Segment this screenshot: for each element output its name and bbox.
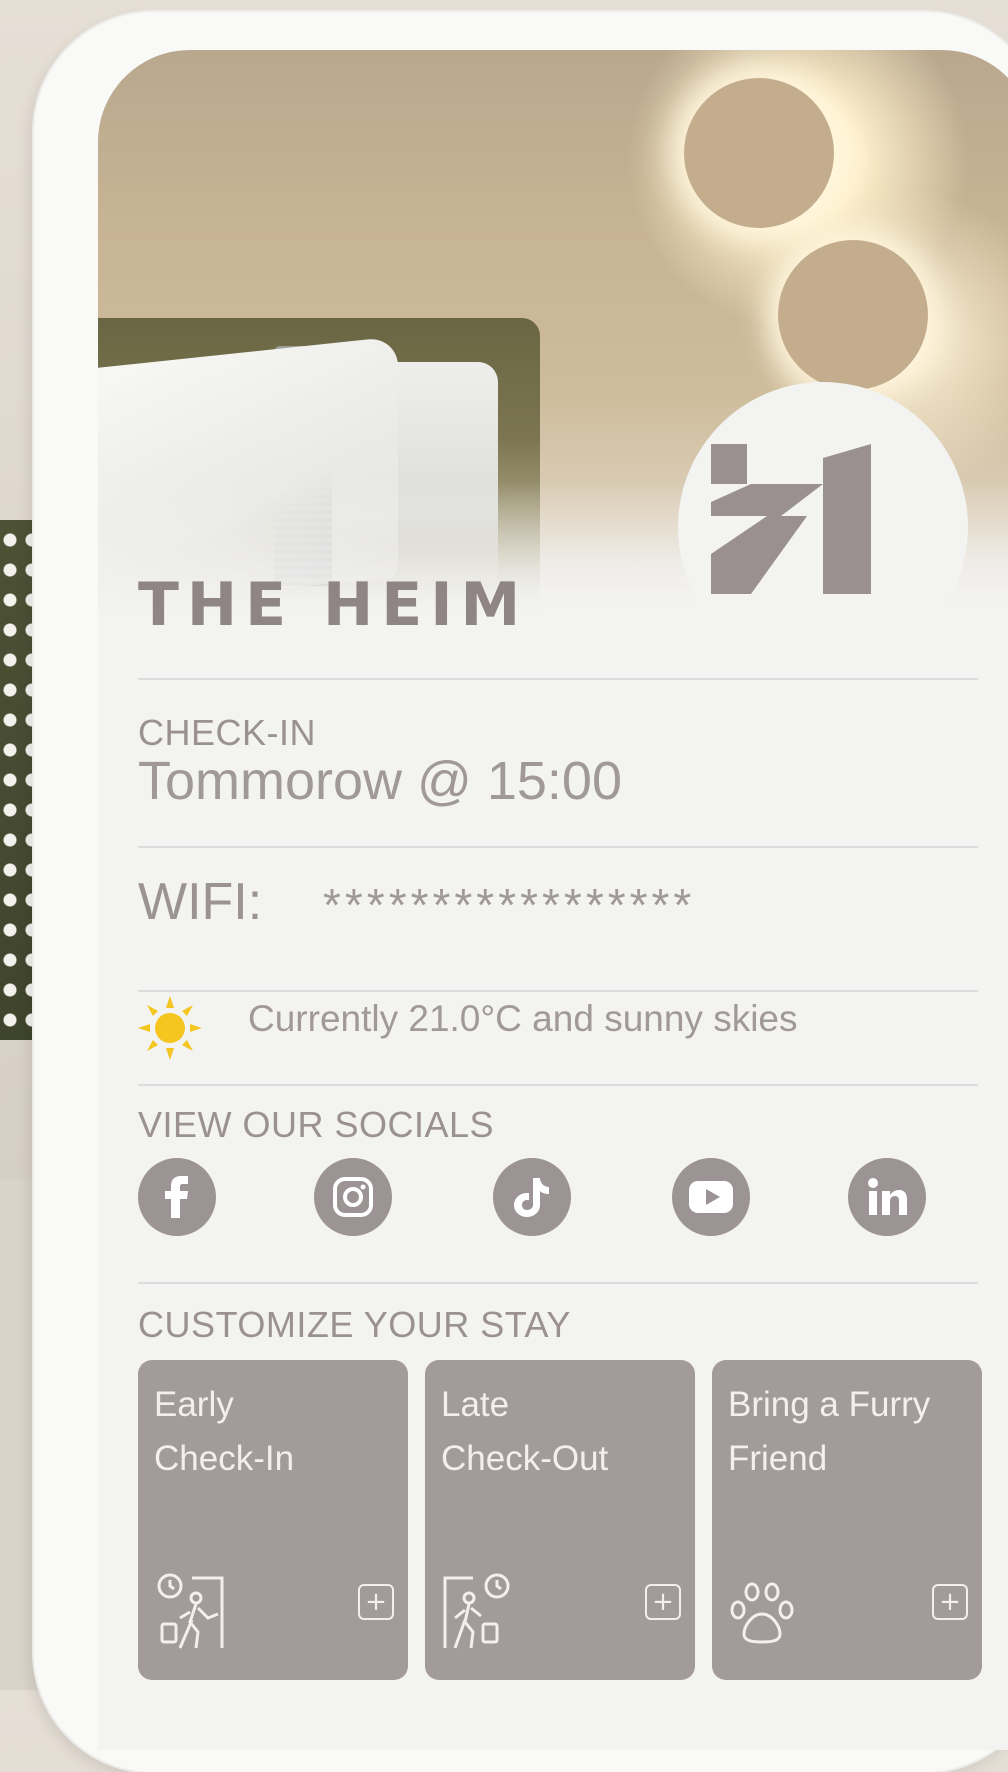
tiktok-icon[interactable] [493,1158,571,1236]
weather-text: Currently 21.0°C and sunny skies [248,998,798,1039]
late-checkout-icon [443,1573,510,1649]
instagram-icon[interactable] [314,1158,392,1236]
card-title: Bring a Furry Friend [728,1378,978,1486]
customize-heading: CUSTOMIZE YOUR STAY [138,1304,571,1345]
socials-row [138,1158,983,1238]
wall-lamp-bottom [778,240,928,390]
youtube-icon[interactable] [672,1158,750,1236]
add-icon[interactable]: + [358,1584,394,1620]
divider [138,1084,978,1086]
card-title: Late Check-Out [441,1378,691,1486]
facebook-icon[interactable] [138,1158,216,1236]
divider [138,846,978,848]
divider [138,990,978,992]
checkin-label: CHECK-IN [138,712,317,753]
socials-heading: VIEW OUR SOCIALS [138,1104,495,1145]
wifi-label: WIFI: [138,873,263,931]
wall-lamp-top [684,78,834,228]
add-icon[interactable]: + [645,1584,681,1620]
late-checkout-card[interactable]: Late Check-Out + [425,1360,695,1680]
checkin-value: Tommorow @ 15:00 [138,751,622,811]
card-title-line: Friend [728,1439,828,1478]
early-checkin-icon [157,1573,224,1649]
card-title: Early Check-In [154,1378,404,1486]
card-title-line: Bring a Furry [728,1385,931,1424]
app-screen: THE HEIM CHECK-IN Tommorow @ 15:00 WIFI:… [98,50,1008,1750]
card-title-line: Late [441,1385,510,1424]
divider [138,678,978,680]
early-checkin-card[interactable]: Early Check-In + [138,1360,408,1680]
card-title-line: Check-Out [441,1439,609,1478]
add-icon[interactable]: + [932,1584,968,1620]
heim-logo-icon [711,444,871,594]
hotel-name: THE HEIM [138,570,529,640]
card-title-line: Early [154,1385,234,1424]
paw-icon [730,1582,794,1644]
card-title-line: Check-In [154,1439,295,1478]
sun-icon [138,996,202,1060]
wifi-password[interactable]: ***************** [323,878,695,932]
phone-frame: THE HEIM CHECK-IN Tommorow @ 15:00 WIFI:… [34,12,1008,1772]
divider [138,1282,978,1284]
linkedin-icon[interactable] [848,1158,926,1236]
furry-friend-card[interactable]: Bring a Furry Friend + [712,1360,982,1680]
